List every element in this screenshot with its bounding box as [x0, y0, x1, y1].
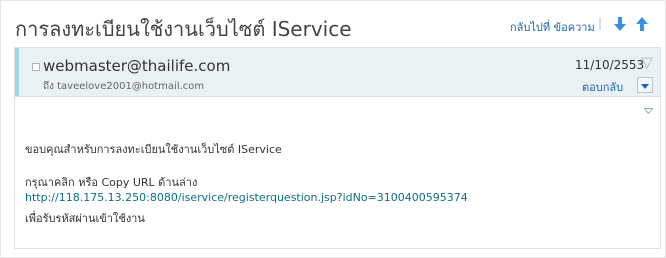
reply-link[interactable]: ตอบกลับ: [582, 78, 623, 96]
sender-address[interactable]: webmaster@thailife.com: [43, 57, 230, 75]
chevron-down-icon: [641, 84, 649, 89]
arrow-down-icon[interactable]: [613, 16, 627, 32]
collapse-header-icon[interactable]: [644, 108, 653, 114]
body-purpose-line: เพื่อรับรหัสผ่านเข้าใช้งาน: [25, 212, 145, 225]
mail-reading-pane: การลงทะเบียนใช้งานเว็บไซต์ IService กลับ…: [0, 0, 666, 258]
back-to-inbox-link[interactable]: กลับไปที่ ข้อความ: [510, 18, 595, 36]
mail-subject: การลงทะเบียนใช้งานเว็บไซต์ IService: [15, 17, 352, 41]
message-date: 11/10/2553: [575, 58, 645, 72]
accent-bar: [15, 48, 19, 96]
mail-header: การลงทะเบียนใช้งานเว็บไซต์ IService กลับ…: [1, 1, 665, 45]
register-url-link[interactable]: http://118.175.13.250:8080/iservice/regi…: [25, 191, 468, 204]
reply-dropdown-button[interactable]: [637, 77, 653, 93]
flag-icon[interactable]: [641, 57, 653, 69]
message-header: webmaster@thailife.com ถึง taveelove2001…: [15, 48, 660, 97]
recipient-line: ถึง taveelove2001@hotmail.com: [43, 81, 205, 92]
nav-separator: |: [598, 16, 603, 30]
body-instruction-line: กรุณาคลิก หรือ Copy URL ด้านล่าง: [25, 176, 198, 189]
arrow-up-icon[interactable]: [635, 16, 649, 32]
sender-status-icon: [32, 63, 40, 71]
body-thanks-line: ขอบคุณสำหรับการลงทะเบียนใช้งานเว็บไซต์ I…: [25, 143, 282, 156]
